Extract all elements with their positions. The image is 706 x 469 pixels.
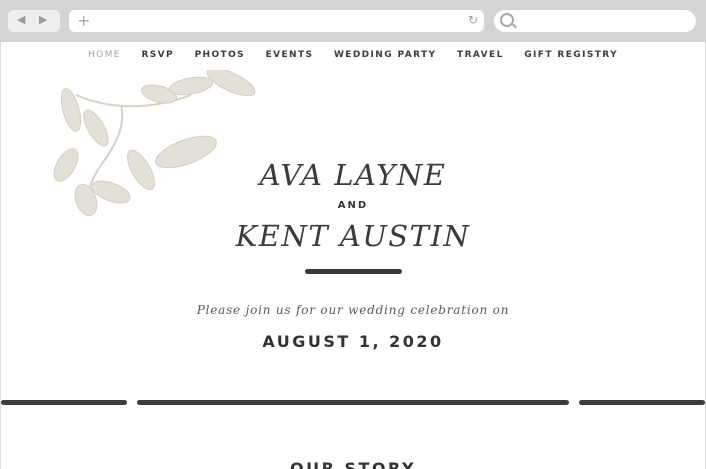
plus-icon[interactable]: + (77, 11, 90, 30)
foliage-icon (53, 70, 256, 216)
forward-arrow-icon[interactable]: ▶ (39, 13, 47, 26)
browser-window: ◀ ▶ + ↻ HOME RSVP PHOTOS EVENTS WEDDING … (0, 0, 706, 469)
partner-one-name: AVA LAYNE (259, 158, 447, 192)
reload-icon[interactable]: ↻ (468, 13, 478, 27)
back-arrow-icon[interactable]: ◀ (17, 13, 25, 26)
search-icon (500, 13, 514, 27)
invitation-text: Please join us for our wedding celebrati… (196, 303, 510, 317)
site-nav: HOME RSVP PHOTOS EVENTS WEDDING PARTY TR… (1, 50, 705, 60)
wedding-date: AUGUST 1, 2020 (262, 332, 444, 351)
history-buttons: ◀ ▶ (8, 10, 60, 32)
address-bar[interactable]: + ↻ (69, 10, 484, 32)
nav-item-rsvp[interactable]: RSVP (141, 50, 174, 60)
nav-item-photos[interactable]: PHOTOS (195, 50, 245, 60)
and-label: AND (337, 200, 369, 211)
section-heading: OUR STORY (289, 459, 417, 469)
section-divider (137, 400, 569, 405)
nav-item-events[interactable]: EVENTS (266, 50, 314, 60)
nav-item-home[interactable]: HOME (88, 50, 121, 60)
browser-toolbar: ◀ ▶ + ↻ (0, 0, 706, 42)
nav-item-gift-registry[interactable]: GIFT REGISTRY (524, 50, 618, 60)
partner-two-name: KENT AUSTIN (235, 219, 471, 253)
section-divider (1, 400, 127, 405)
web-page: HOME RSVP PHOTOS EVENTS WEDDING PARTY TR… (1, 42, 705, 469)
search-bar[interactable] (494, 10, 696, 32)
nav-item-wedding-party[interactable]: WEDDING PARTY (334, 50, 437, 60)
brush-divider (305, 269, 402, 274)
section-divider (579, 400, 705, 405)
nav-item-travel[interactable]: TRAVEL (457, 50, 504, 60)
